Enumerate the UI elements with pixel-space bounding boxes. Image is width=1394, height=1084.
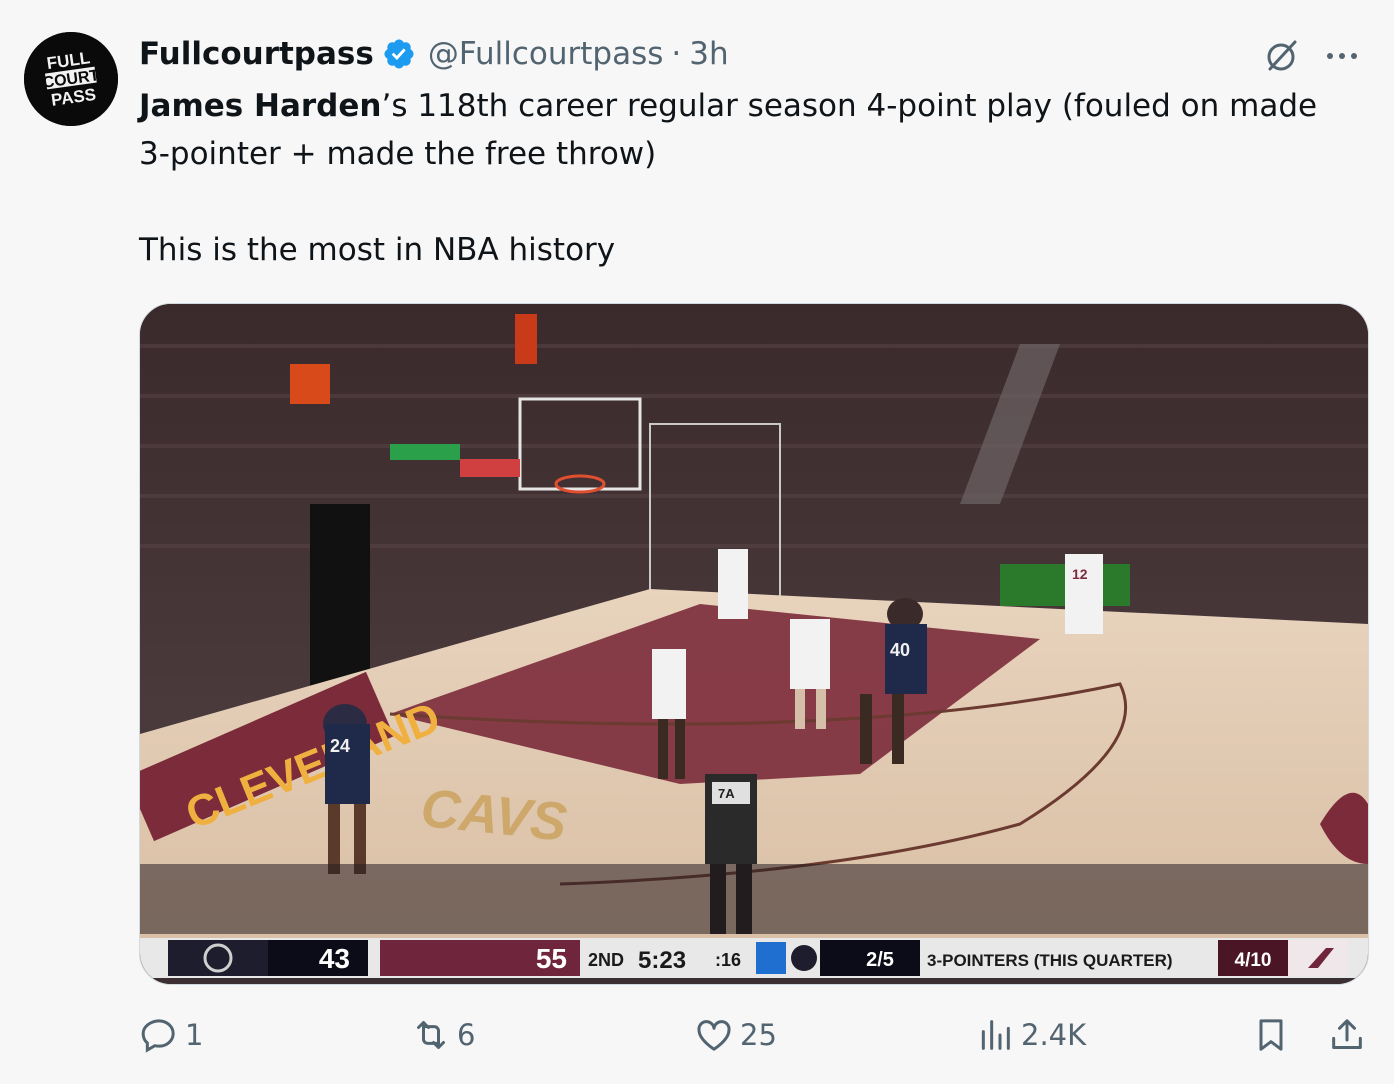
home-stat: 4/10 — [1235, 950, 1272, 971]
svg-text:12: 12 — [1072, 566, 1088, 582]
tweet-text: James Harden’s 118th career regular seas… — [139, 82, 1359, 268]
svg-text:7A: 7A — [718, 786, 735, 801]
arena-sign-red — [460, 459, 520, 477]
tweet-text-line1: ’s 118th career regular season 4-point p… — [381, 88, 1318, 124]
tweet-text-line3: This is the most in NBA history — [139, 232, 616, 268]
svg-text:40: 40 — [890, 640, 910, 660]
reply-icon — [141, 1019, 175, 1053]
share-button[interactable] — [1327, 1008, 1373, 1062]
front-row-crowd — [140, 864, 1368, 934]
grok-icon[interactable] — [1262, 36, 1302, 76]
avatar[interactable]: FULL COURT PASS — [24, 32, 118, 126]
video-media[interactable]: CLEVELAND CAVS 24 40 12 7A 43 55 2ND 5:2… — [139, 303, 1369, 985]
shot-clock: :16 — [715, 950, 741, 970]
player-12: 12 — [1065, 554, 1103, 634]
author-display-name[interactable]: Fullcourtpass — [139, 36, 374, 72]
away-score: 43 — [319, 943, 350, 974]
sponsor-logo — [756, 942, 786, 974]
away-stat: 2/5 — [866, 949, 894, 971]
reply-count: 1 — [185, 1018, 204, 1052]
bookmark-icon — [1259, 1019, 1283, 1051]
timestamp[interactable]: 3h — [689, 36, 728, 72]
tweet-header: Fullcourtpass @Fullcourtpass · 3h — [139, 30, 729, 78]
game-clock: 5:23 — [638, 947, 686, 974]
separator-dot: · — [671, 36, 682, 72]
repost-icon — [417, 1021, 445, 1049]
shot-clock-top — [515, 314, 537, 364]
reply-button[interactable]: 1 — [139, 1008, 203, 1062]
repost-count: 6 — [457, 1018, 476, 1052]
tweet-text-line2: 3-pointer + made the free throw) — [139, 136, 657, 172]
home-score: 55 — [536, 943, 567, 974]
tweet: FULL COURT PASS Fullcourtpass @Fullcourt… — [0, 0, 1394, 1084]
repost-button[interactable]: 6 — [411, 1008, 475, 1062]
heart-icon — [697, 1020, 731, 1051]
scorebug: 43 55 2ND 5:23 :16 2/5 3-POINTERS (THIS … — [140, 938, 1368, 978]
like-count: 25 — [740, 1018, 777, 1052]
arena-sign-green — [390, 444, 460, 460]
author-handle[interactable]: @Fullcourtpass — [428, 36, 664, 72]
period: 2ND — [588, 950, 624, 970]
stat-label: 3-POINTERS (THIS QUARTER) — [927, 951, 1173, 970]
view-count: 2.4K — [1021, 1018, 1087, 1052]
share-icon — [1332, 1019, 1362, 1049]
basketball-game-frame: CLEVELAND CAVS 24 40 12 7A 43 55 2ND 5:2… — [140, 304, 1368, 984]
player-white-3 — [718, 549, 748, 619]
svg-text:24: 24 — [330, 736, 350, 756]
fullcourtpass-logo: FULL COURT PASS — [24, 32, 118, 126]
like-button[interactable]: 25 — [694, 1008, 777, 1062]
views-button[interactable]: 2.4K — [975, 1008, 1086, 1062]
mention-name: James Harden — [139, 88, 382, 124]
away-mini-logo — [791, 945, 817, 971]
verified-badge-icon[interactable] — [382, 37, 416, 71]
shot-clock-left — [290, 364, 330, 404]
action-bar: 1 6 25 2.4K — [139, 1008, 1369, 1062]
views-chart-icon — [981, 1020, 1010, 1050]
more-options-icon[interactable] — [1322, 36, 1362, 76]
bookmark-button[interactable] — [1251, 1008, 1297, 1062]
